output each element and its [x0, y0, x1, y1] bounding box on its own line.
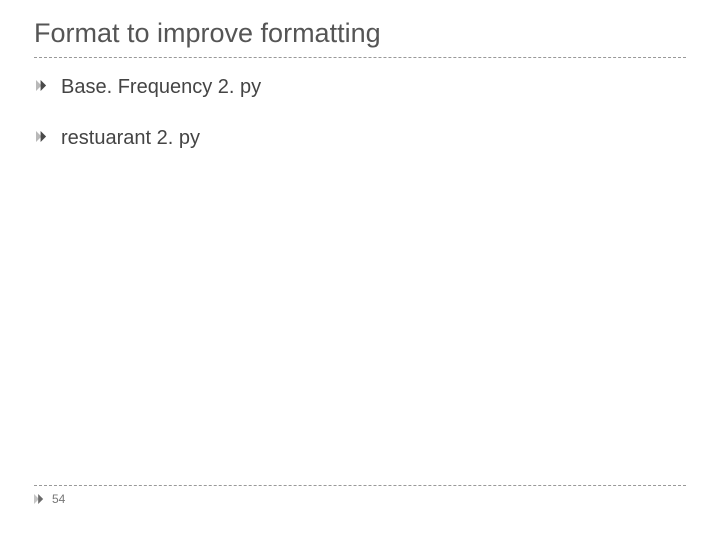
- footer: 54: [34, 485, 686, 506]
- list-item: restuarant 2. py: [36, 127, 686, 150]
- page-number: 54: [52, 492, 65, 506]
- bullet-list: Base. Frequency 2. py restuarant 2. py: [34, 76, 686, 150]
- slide: Format to improve formatting Base. Frequ…: [0, 0, 720, 540]
- bullet-text: Base. Frequency 2. py: [61, 76, 261, 99]
- list-item: Base. Frequency 2. py: [36, 76, 686, 99]
- slide-title: Format to improve formatting: [34, 18, 686, 49]
- bullet-arrow-icon: [36, 80, 47, 91]
- title-area: Format to improve formatting: [34, 18, 686, 58]
- footer-arrow-icon: [34, 494, 44, 504]
- bullet-arrow-icon: [36, 131, 47, 142]
- bullet-text: restuarant 2. py: [61, 127, 200, 150]
